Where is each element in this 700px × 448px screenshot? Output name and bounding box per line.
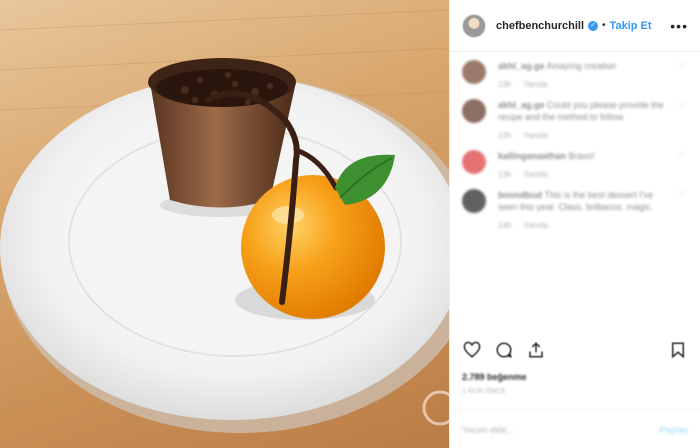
reply-button[interactable]: Yanıtla: [523, 221, 547, 230]
instagram-post: chefbenchurchill ✓ • Takip Et ••• akhl_a…: [0, 0, 700, 448]
heart-icon[interactable]: ♡: [678, 60, 688, 89]
username-link[interactable]: chefbenchurchill: [496, 20, 584, 32]
separator: •: [602, 20, 606, 31]
comment-time: 14h: [498, 221, 512, 230]
comment-user[interactable]: akhl_ag.ge: [498, 61, 545, 71]
comment-item: kallinganaathan Bravo! 13h Yanıtla ♡: [462, 150, 688, 179]
comment-user[interactable]: kallinganaathan: [498, 151, 566, 161]
heart-icon[interactable]: ♡: [678, 189, 688, 230]
bookmark-icon[interactable]: [668, 340, 688, 360]
heart-icon[interactable]: ♡: [678, 99, 688, 140]
like-count[interactable]: 2.789 beğenme: [462, 372, 527, 382]
comment-time: 13h: [498, 80, 512, 89]
comment-item: akhl_ag.ge Could you please provide the …: [462, 99, 688, 140]
comments-list[interactable]: akhl_ag.ge Amazing creation 13h Yanıtla ♡…: [450, 52, 700, 336]
comment-avatar[interactable]: [462, 150, 486, 174]
more-options-icon[interactable]: •••: [670, 18, 688, 34]
comment-text: Amazing creation: [546, 61, 617, 71]
comment-user[interactable]: akhl_ag.ge: [498, 100, 545, 110]
reply-button[interactable]: Yanıtla: [523, 170, 547, 179]
post-header: chefbenchurchill ✓ • Takip Et •••: [450, 0, 700, 52]
comment-item: akhl_ag.ge Amazing creation 13h Yanıtla ♡: [462, 60, 688, 89]
post-sidebar: chefbenchurchill ✓ • Takip Et ••• akhl_a…: [449, 0, 700, 448]
comment-user[interactable]: boondbud: [498, 190, 542, 200]
reply-button[interactable]: Yanıtla: [523, 131, 547, 140]
comment-item: boondbud This is the best dessert I've s…: [462, 189, 688, 230]
post-time: 1 GÜN ÖNCE: [462, 388, 506, 395]
comment-input[interactable]: Yorum ekle...: [462, 425, 659, 435]
post-comment-button[interactable]: Paylaş: [659, 425, 688, 435]
dessert-image: [0, 9, 449, 433]
comment-time: 13h: [498, 170, 512, 179]
comment-avatar[interactable]: [462, 99, 486, 123]
comment-time: 13h: [498, 131, 512, 140]
comment-avatar[interactable]: [462, 189, 486, 213]
action-bar: [462, 340, 688, 360]
heart-icon[interactable]: [462, 340, 482, 360]
comment-icon[interactable]: [494, 340, 514, 360]
follow-button[interactable]: Takip Et: [610, 20, 652, 32]
comment-avatar[interactable]: [462, 60, 486, 84]
reply-button[interactable]: Yanıtla: [523, 80, 547, 89]
avatar[interactable]: [462, 13, 486, 38]
verified-check-icon: ✓: [588, 20, 599, 31]
post-photo[interactable]: [0, 0, 449, 448]
comment-text: Bravo!: [568, 151, 595, 161]
heart-icon[interactable]: ♡: [678, 150, 688, 179]
add-comment-bar: Yorum ekle... Paylaş: [450, 410, 700, 448]
share-icon[interactable]: [526, 340, 546, 360]
